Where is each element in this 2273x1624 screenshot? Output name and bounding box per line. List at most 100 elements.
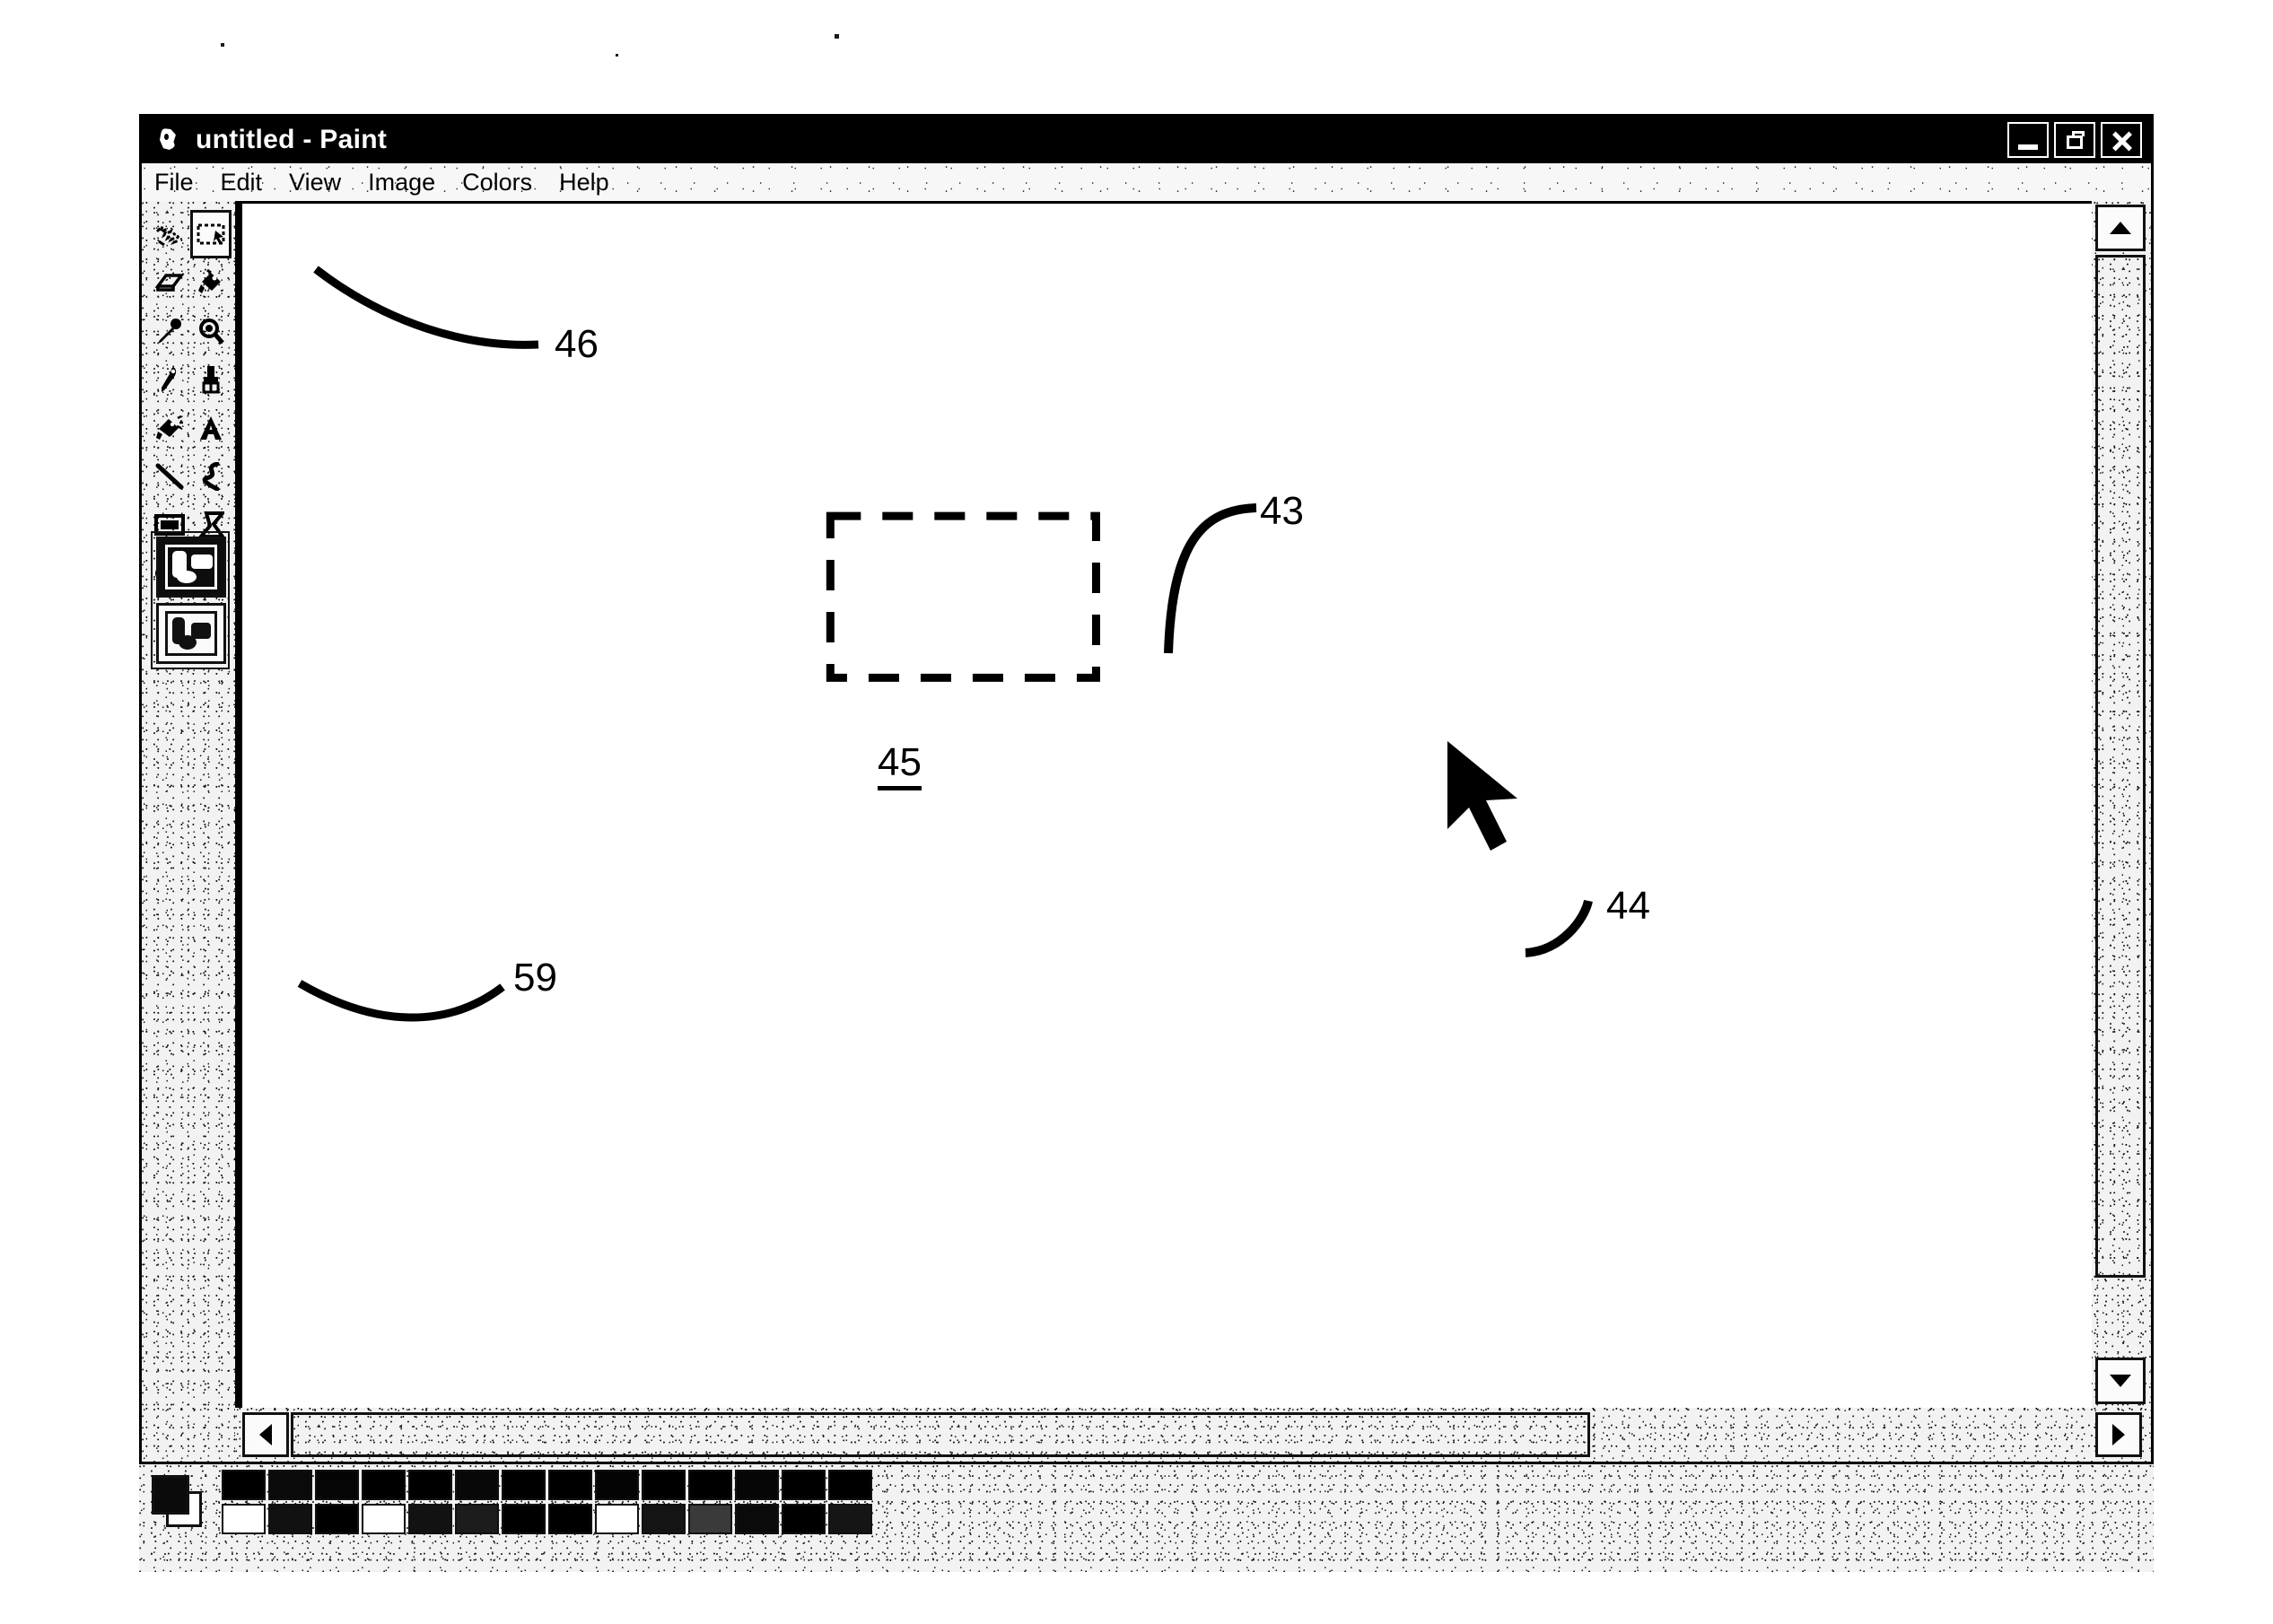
tool-brush[interactable] xyxy=(190,355,232,404)
scan-speckle xyxy=(616,54,618,57)
tool-options-panel xyxy=(151,531,230,669)
canvas-drawing-area[interactable] xyxy=(242,201,2092,1408)
menu-item-help[interactable]: Help xyxy=(559,170,609,195)
color-swatch[interactable] xyxy=(502,1470,546,1500)
tool-magnifier[interactable] xyxy=(190,307,232,355)
tool-text[interactable] xyxy=(190,404,232,452)
scroll-right-button[interactable] xyxy=(2095,1412,2142,1457)
scrollbar-corner xyxy=(2092,1410,2151,1462)
title-bar[interactable]: untitled - Paint xyxy=(142,117,2151,163)
selection-transparent-icon xyxy=(165,611,217,656)
reference-numeral-45: 45 xyxy=(878,743,922,790)
selection-opaque-icon xyxy=(165,545,217,589)
menu-item-edit[interactable]: Edit xyxy=(221,170,263,195)
color-swatch[interactable] xyxy=(268,1504,312,1534)
close-icon xyxy=(2103,124,2140,156)
color-swatch[interactable] xyxy=(735,1504,779,1534)
scan-speckle xyxy=(221,43,224,47)
scroll-left-button[interactable] xyxy=(242,1412,289,1457)
dashed-selection-rectangle xyxy=(830,516,1096,677)
airbrush-icon xyxy=(156,415,183,440)
color-swatch[interactable] xyxy=(595,1504,639,1534)
foreground-color-swatch[interactable] xyxy=(152,1475,189,1515)
eyedropper-icon xyxy=(158,319,181,344)
reference-numeral-44: 44 xyxy=(1606,884,1650,928)
color-swatch[interactable] xyxy=(455,1504,499,1534)
color-swatch-grid xyxy=(222,1470,875,1538)
color-swatch-row-2 xyxy=(222,1504,875,1538)
color-swatch[interactable] xyxy=(828,1504,872,1534)
color-swatch[interactable] xyxy=(502,1504,546,1534)
scroll-down-icon xyxy=(2110,1375,2131,1387)
color-swatch[interactable] xyxy=(315,1504,359,1534)
color-swatch[interactable] xyxy=(548,1470,592,1500)
eraser-icon xyxy=(154,274,185,292)
tool-pick-color[interactable] xyxy=(149,307,190,355)
color-swatch[interactable] xyxy=(642,1504,686,1534)
canvas-surface[interactable] xyxy=(242,204,2092,1408)
curve-icon xyxy=(202,462,220,491)
tool-pencil[interactable] xyxy=(149,355,190,404)
color-swatch[interactable] xyxy=(548,1504,592,1534)
color-swatch[interactable] xyxy=(222,1470,266,1500)
color-swatch[interactable] xyxy=(315,1470,359,1500)
menu-item-file[interactable]: File xyxy=(154,170,194,195)
tool-rectangle-select[interactable] xyxy=(190,210,232,258)
current-colors-indicator[interactable] xyxy=(148,1473,205,1529)
horizontal-scrollbar[interactable] xyxy=(242,1410,2092,1462)
color-swatch[interactable] xyxy=(782,1470,826,1500)
tool-airbrush[interactable] xyxy=(149,404,190,452)
scroll-down-button[interactable] xyxy=(2095,1358,2146,1404)
scroll-up-button[interactable] xyxy=(2095,205,2146,251)
magnifier-icon xyxy=(199,319,224,345)
pencil-icon xyxy=(162,367,177,392)
rectangle-select-icon xyxy=(197,223,225,245)
line-icon xyxy=(155,463,184,490)
color-swatch[interactable] xyxy=(688,1470,732,1500)
menu-item-image[interactable]: Image xyxy=(368,170,435,195)
paint-palette-icon xyxy=(154,125,185,155)
canvas-left-border xyxy=(235,201,242,1408)
restore-icon xyxy=(2056,124,2094,156)
color-swatch[interactable] xyxy=(595,1470,639,1500)
vertical-scrollbar[interactable] xyxy=(2092,201,2151,1408)
text-a-icon xyxy=(200,416,222,440)
toolbox-panel xyxy=(142,201,235,1462)
color-swatch[interactable] xyxy=(828,1470,872,1500)
color-swatch[interactable] xyxy=(408,1470,452,1500)
mouse-pointer xyxy=(1447,741,1518,851)
maximize-button[interactable] xyxy=(2054,122,2095,158)
color-palette-bar xyxy=(139,1464,2154,1572)
color-swatch[interactable] xyxy=(362,1504,406,1534)
tool-curve[interactable] xyxy=(190,452,232,501)
close-button[interactable] xyxy=(2101,122,2142,158)
tool-free-form-select[interactable] xyxy=(149,210,190,258)
tool-fill-with-color[interactable] xyxy=(190,258,232,307)
paint-bucket-icon xyxy=(198,269,221,293)
color-swatch[interactable] xyxy=(688,1504,732,1534)
color-swatch-row-1 xyxy=(222,1470,875,1504)
tool-line[interactable] xyxy=(149,452,190,501)
menu-item-colors[interactable]: Colors xyxy=(462,170,532,195)
menu-item-view[interactable]: View xyxy=(289,170,341,195)
color-swatch[interactable] xyxy=(782,1504,826,1534)
canvas-region xyxy=(235,201,2151,1462)
color-swatch[interactable] xyxy=(222,1504,266,1534)
horizontal-scroll-thumb[interactable] xyxy=(291,1412,1590,1457)
selection-transparent-option[interactable] xyxy=(156,603,226,664)
color-swatch[interactable] xyxy=(735,1470,779,1500)
color-swatch[interactable] xyxy=(455,1470,499,1500)
tool-eraser[interactable] xyxy=(149,258,190,307)
window-title: untitled - Paint xyxy=(196,125,388,154)
selection-opaque-option[interactable] xyxy=(156,537,226,598)
scroll-left-icon xyxy=(259,1424,272,1445)
selection-overlay xyxy=(242,204,2092,1408)
color-swatch[interactable] xyxy=(642,1470,686,1500)
color-swatch[interactable] xyxy=(408,1504,452,1534)
minimize-button[interactable] xyxy=(2007,122,2049,158)
color-swatch[interactable] xyxy=(362,1470,406,1500)
vertical-scroll-thumb[interactable] xyxy=(2095,255,2146,1278)
color-swatch[interactable] xyxy=(268,1470,312,1500)
window-controls xyxy=(2007,122,2146,158)
free-form-select-icon xyxy=(155,221,182,247)
